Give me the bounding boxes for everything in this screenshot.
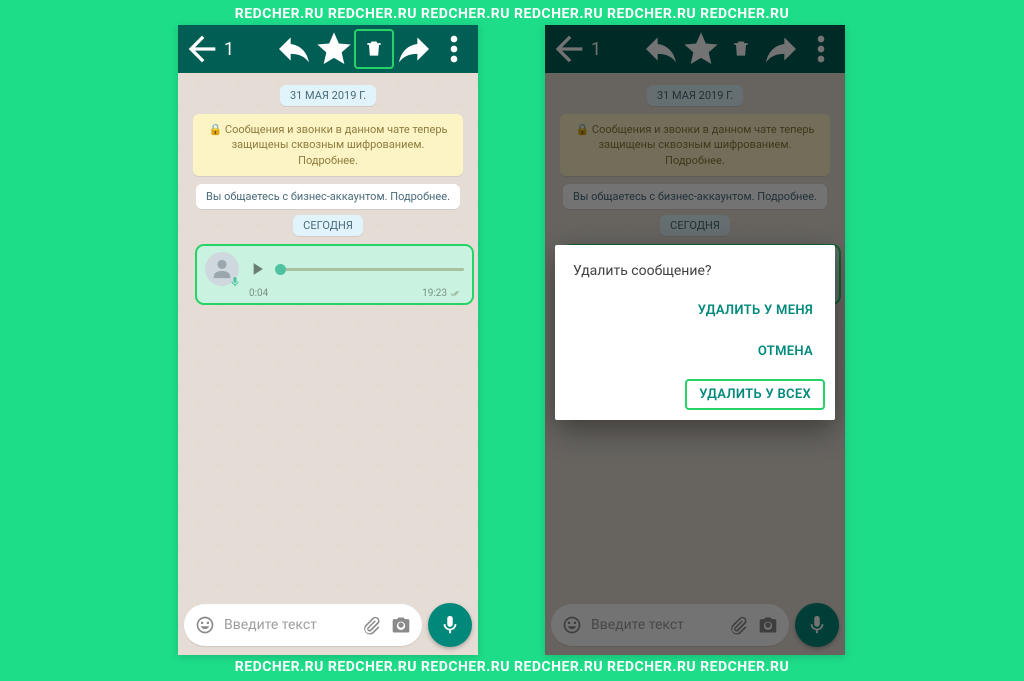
- trash-icon: [364, 39, 384, 59]
- selection-topbar: 1: [178, 25, 478, 73]
- delete-for-me-button[interactable]: УДАЛИТЬ У МЕНЯ: [686, 297, 825, 324]
- input-placeholder: Введите текст: [224, 617, 352, 633]
- emoji-button[interactable]: [194, 614, 216, 636]
- encryption-notice[interactable]: 🔒 Сообщения и звонки в данном чате тепер…: [193, 114, 463, 176]
- date-separator: 31 МАЯ 2019 Г.: [280, 85, 376, 106]
- business-account-notice[interactable]: Вы общаетесь с бизнес-аккаунтом. Подробн…: [196, 184, 460, 209]
- dialog-title: Удалить сообщение?: [573, 263, 825, 279]
- delete-button-highlighted[interactable]: [354, 29, 394, 69]
- more-button[interactable]: [434, 29, 474, 69]
- watermark-bottom: REDCHER.RU REDCHER.RU REDCHER.RU REDCHER…: [0, 659, 1024, 675]
- delete-for-all-button-highlighted[interactable]: УДАЛИТЬ У ВСЕХ: [685, 379, 825, 410]
- message-input[interactable]: Введите текст: [184, 604, 422, 646]
- paperclip-icon: [361, 615, 381, 635]
- audio-thumb[interactable]: [275, 264, 286, 275]
- forward-button[interactable]: [394, 29, 434, 69]
- phone-screenshot-left: 1 31 МАЯ 2019 Г. 🔒 Сообщения и звонки в …: [178, 25, 478, 655]
- delivery-ticks-icon: [450, 289, 464, 299]
- attach-button[interactable]: [360, 614, 382, 636]
- reply-icon: [274, 29, 314, 69]
- voice-message-selected[interactable]: 0:04 19:23: [197, 246, 472, 303]
- today-separator: СЕГОДНЯ: [293, 215, 363, 236]
- play-icon: [247, 259, 267, 279]
- message-time: 19:23: [422, 288, 447, 299]
- cancel-button[interactable]: ОТМЕНА: [746, 338, 825, 365]
- camera-icon: [391, 615, 411, 635]
- forward-icon: [394, 29, 434, 69]
- avatar-mic-badge: [229, 276, 241, 288]
- voice-record-button[interactable]: [428, 603, 472, 647]
- audio-track[interactable]: [275, 268, 464, 271]
- selection-count: 1: [224, 39, 234, 60]
- star-icon: [314, 29, 354, 69]
- mic-icon: [439, 614, 461, 636]
- audio-duration: 0:04: [249, 288, 268, 299]
- chat-content: 31 МАЯ 2019 Г. 🔒 Сообщения и звонки в да…: [178, 73, 478, 655]
- watermark-top: REDCHER.RU REDCHER.RU REDCHER.RU REDCHER…: [0, 6, 1024, 22]
- delete-dialog: Удалить сообщение? УДАЛИТЬ У МЕНЯ ОТМЕНА…: [555, 245, 835, 420]
- back-button[interactable]: [182, 29, 222, 69]
- camera-button[interactable]: [390, 614, 412, 636]
- arrow-left-icon: [182, 29, 222, 69]
- phone-screenshot-right: 1 31 МАЯ 2019 Г. 🔒 Сообщения и звонки в …: [545, 25, 845, 655]
- emoji-icon: [195, 615, 215, 635]
- input-bar: Введите текст: [184, 603, 472, 647]
- reply-button[interactable]: [274, 29, 314, 69]
- more-vert-icon: [434, 29, 474, 69]
- play-button[interactable]: [247, 259, 267, 279]
- avatar: [205, 252, 239, 286]
- star-button[interactable]: [314, 29, 354, 69]
